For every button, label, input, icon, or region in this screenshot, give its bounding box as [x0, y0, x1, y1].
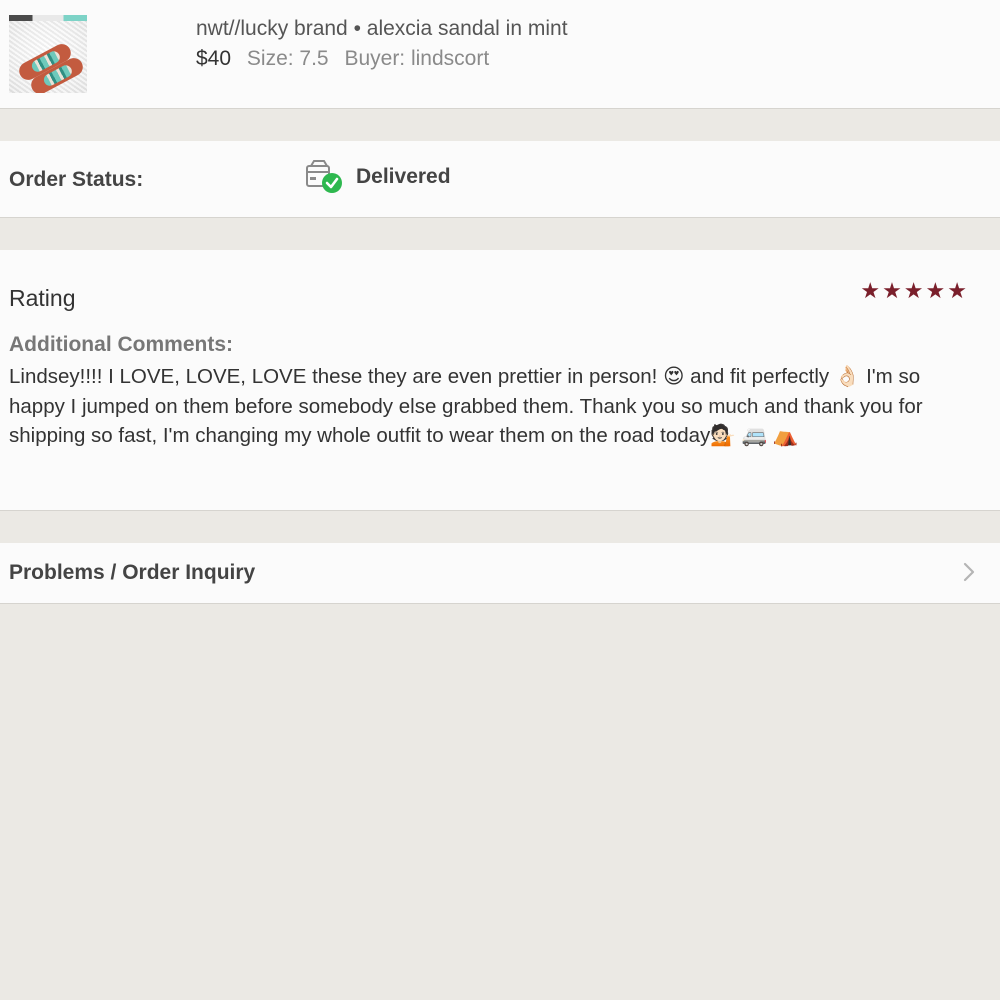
star-icon: ★	[882, 279, 902, 304]
star-icon: ★	[860, 279, 881, 304]
item-buyer: Buyer: lindscort	[344, 47, 490, 70]
rating-card: Rating ★ ★ ★ ★ ★ Additional Comments: Lindse…	[0, 250, 1000, 511]
delivered-box-icon	[306, 160, 342, 193]
item-thumbnail[interactable]	[9, 15, 87, 93]
item-meta: $40 Size: 7.5 Buyer: lindscort	[196, 47, 489, 71]
item-price: $40	[196, 47, 232, 70]
order-item-card[interactable]: nwt//lucky brand • alexcia sandal in min…	[0, 0, 1000, 109]
order-status-label: Order Status:	[9, 168, 144, 191]
chevron-right-icon	[963, 562, 975, 582]
item-size: Size: 7.5	[246, 47, 329, 70]
thumbnail-strip	[9, 15, 87, 21]
star-icon: ★	[947, 279, 967, 304]
comment-text: Lindsey!!!! I LOVE, LOVE, LOVE these the…	[9, 365, 923, 447]
problems-order-inquiry-label: Problems / Order Inquiry	[9, 561, 256, 584]
additional-comments-label: Additional Comments:	[9, 333, 233, 356]
star-icon: ★	[925, 279, 946, 304]
problems-order-inquiry-row[interactable]: Problems / Order Inquiry	[0, 543, 1000, 604]
order-status-value: Delivered	[356, 165, 451, 188]
order-status-row: Order Status: Delivered	[0, 141, 1000, 218]
rating-title: Rating	[9, 285, 76, 311]
rating-stars: ★ ★ ★ ★ ★	[860, 280, 967, 304]
item-title: nwt//lucky brand • alexcia sandal in min…	[196, 17, 568, 40]
star-icon: ★	[903, 279, 924, 304]
